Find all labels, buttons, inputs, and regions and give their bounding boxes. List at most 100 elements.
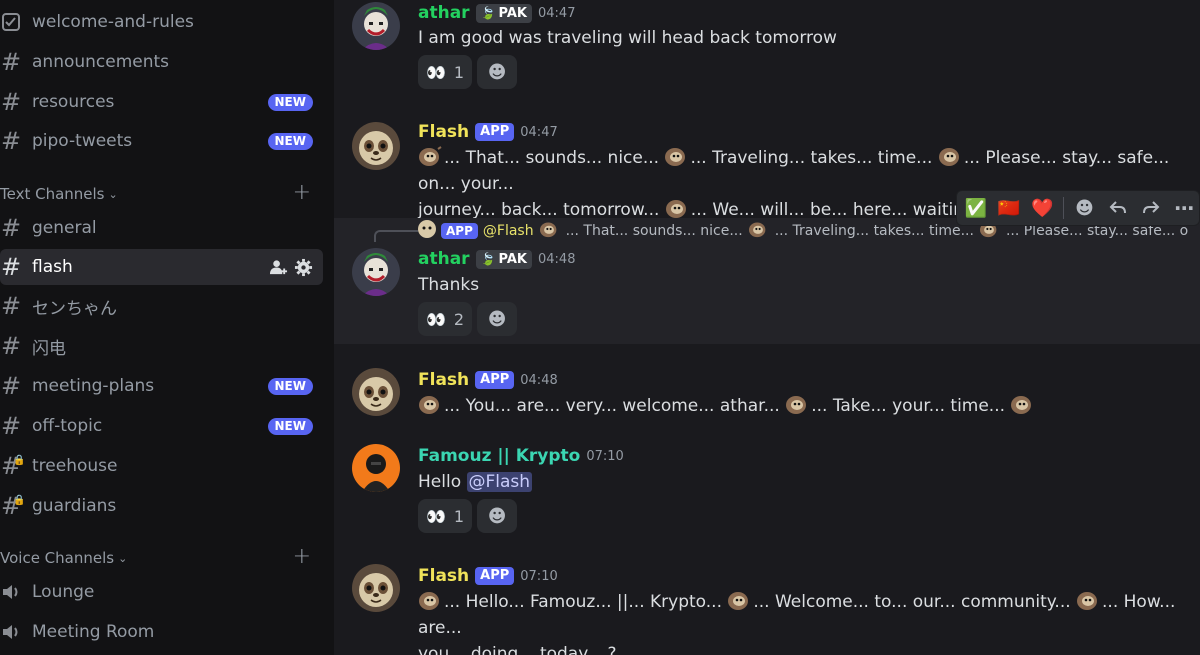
channel-flash[interactable]: # flash: [0, 249, 323, 285]
channel-general[interactable]: # general: [0, 210, 323, 246]
add-reaction-button[interactable]: ☻: [477, 499, 518, 533]
channel-welcome-and-rules[interactable]: welcome-and-rules: [0, 4, 323, 40]
more-icon[interactable]: ⋯: [1170, 193, 1199, 223]
app-tag: APP: [475, 371, 515, 389]
avatar[interactable]: [352, 2, 400, 50]
username[interactable]: Famouz || Krypto: [418, 446, 580, 466]
channel-meeting-plans[interactable]: # meeting-plans NEW: [0, 368, 323, 404]
smile-icon: ☻: [487, 505, 507, 527]
new-badge: NEW: [267, 418, 313, 435]
reaction-count: 1: [453, 506, 465, 526]
avatar[interactable]: [352, 248, 400, 296]
hash-icon: #: [1, 214, 22, 242]
toolbar-divider: [1062, 197, 1064, 219]
hash-icon: #: [1, 412, 22, 440]
message[interactable]: Famouz || Krypto 07:10 Hello @Flash 👀 1 ☻: [334, 434, 1200, 544]
add-channel-icon[interactable]: +: [293, 180, 311, 205]
username[interactable]: Flash: [418, 122, 469, 142]
category-label: Voice Channels: [0, 549, 115, 567]
eyes-emoji: 👀: [426, 309, 446, 329]
text-segment: ... Hello... Famouz... ||... Krypto...: [444, 592, 722, 612]
username[interactable]: Flash: [418, 370, 469, 390]
reaction[interactable]: 👀 1: [418, 499, 473, 533]
hash-icon: #: [1, 88, 22, 116]
text-segment: ... You... are... very... welcome... ath…: [444, 396, 780, 416]
channel-senchan[interactable]: # センちゃん: [0, 288, 323, 324]
category-voice-channels[interactable]: Voice Channels ⌄ +: [0, 544, 323, 570]
channel-name: welcome-and-rules: [32, 12, 194, 32]
channel-treehouse[interactable]: # 🔒 treehouse: [0, 448, 323, 484]
username[interactable]: Flash: [418, 566, 469, 586]
channel-name: resources: [32, 92, 115, 112]
avatar[interactable]: [352, 122, 400, 170]
avatar[interactable]: [352, 444, 400, 492]
voice-channel-lounge[interactable]: Lounge: [0, 574, 323, 610]
channel-name: flash: [32, 257, 73, 277]
timestamp: 07:10: [586, 448, 624, 464]
channel-name: meeting-plans: [32, 376, 155, 396]
speaker-icon: [1, 622, 25, 642]
new-badge: NEW: [267, 133, 313, 150]
username[interactable]: athar: [418, 3, 470, 23]
reaction[interactable]: 👀 1: [418, 55, 473, 89]
forward-icon[interactable]: [1136, 193, 1165, 223]
sloth-emoji-icon: [727, 589, 751, 611]
timestamp: 04:47: [520, 124, 558, 140]
hash-icon: #: [1, 127, 22, 155]
channel-guardians[interactable]: # 🔒 guardians: [0, 488, 323, 524]
timestamp: 04:48: [538, 251, 576, 267]
sloth-emoji-icon: [938, 145, 962, 167]
channel-announcements[interactable]: # announcements: [0, 44, 323, 80]
channel-name: general: [32, 218, 97, 238]
sloth-emoji-icon: [1010, 393, 1034, 415]
quick-reaction-check[interactable]: ✅: [961, 193, 990, 223]
reply-icon[interactable]: [1103, 193, 1132, 223]
avatar[interactable]: [352, 564, 400, 612]
message[interactable]: Flash APP 04:48 ... You... are... very..…: [334, 358, 1200, 424]
timestamp: 07:10: [520, 568, 558, 584]
channel-name: 闪电: [32, 338, 66, 359]
timestamp: 04:47: [538, 5, 576, 21]
channel-off-topic[interactable]: # off-topic NEW: [0, 408, 323, 444]
reply-avatar: [418, 220, 436, 242]
user-mention[interactable]: @Flash: [466, 472, 533, 492]
message-list: athar 🍃 PAK 04:47 I am good was traveling…: [334, 0, 1200, 655]
username[interactable]: athar: [418, 249, 470, 269]
add-channel-icon[interactable]: +: [293, 544, 311, 569]
add-reaction-icon[interactable]: ☻: [1070, 193, 1099, 223]
reaction-count: 2: [453, 309, 465, 329]
smile-icon: ☻: [487, 61, 507, 83]
new-badge: NEW: [267, 378, 313, 395]
category-label: Text Channels: [0, 185, 105, 203]
eyes-emoji: 👀: [426, 62, 446, 82]
app-tag: APP: [475, 567, 515, 585]
channel-name: off-topic: [32, 416, 103, 436]
chevron-down-icon: ⌄: [118, 551, 128, 565]
message[interactable]: athar 🍃 PAK 04:47 I am good was traveling…: [334, 0, 1200, 100]
add-reaction-button[interactable]: ☻: [477, 55, 518, 89]
text-segment: ... Traveling... takes... time...: [690, 148, 933, 168]
voice-channel-meeting-room[interactable]: Meeting Room: [0, 614, 323, 650]
text-segment: ... Take... your... time...: [811, 396, 1006, 416]
gear-icon[interactable]: [294, 258, 313, 281]
eyes-emoji: 👀: [426, 506, 446, 526]
sloth-emoji-icon: [665, 197, 689, 219]
message-content: Hello @Flash: [418, 469, 1188, 495]
app-tag: APP: [475, 123, 515, 141]
reply-author[interactable]: @Flash: [483, 223, 534, 239]
message[interactable]: APP @Flash ... That... sounds... nice...…: [334, 218, 1200, 344]
message[interactable]: Flash APP 07:10 ... Hello... Famouz... |…: [334, 554, 1200, 655]
reaction[interactable]: 👀 2: [418, 302, 473, 336]
channel-shandian[interactable]: # 闪电: [0, 328, 323, 364]
add-reaction-button[interactable]: ☻: [477, 302, 518, 336]
avatar[interactable]: [352, 368, 400, 416]
invite-user-icon[interactable]: [269, 258, 288, 281]
channel-pipo-tweets[interactable]: # pipo-tweets NEW: [0, 123, 323, 159]
hash-icon: #: [1, 292, 22, 320]
leaf-icon: 🍃: [480, 252, 496, 266]
quick-reaction-heart[interactable]: ❤️: [1028, 193, 1057, 223]
channel-resources[interactable]: # resources NEW: [0, 84, 323, 120]
quick-reaction-flag[interactable]: 🇨🇳: [994, 193, 1023, 223]
hash-icon: #: [1, 332, 22, 360]
category-text-channels[interactable]: Text Channels ⌄ +: [0, 180, 323, 206]
